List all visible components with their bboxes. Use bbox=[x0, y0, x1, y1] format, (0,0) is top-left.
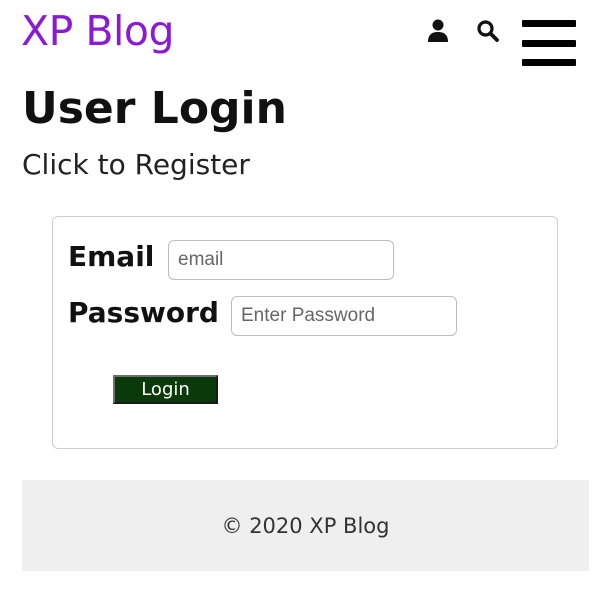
password-label: Password bbox=[68, 296, 219, 329]
page: XP Blog User Login Click to Register Ema… bbox=[0, 0, 602, 595]
email-label: Email bbox=[68, 240, 155, 273]
search-icon[interactable] bbox=[476, 18, 500, 44]
hamburger-menu-icon[interactable] bbox=[520, 18, 578, 68]
user-icon-graphic bbox=[428, 19, 448, 42]
login-form: Email Password Login bbox=[52, 216, 558, 449]
menu-bar bbox=[522, 20, 576, 27]
register-link[interactable]: Click to Register bbox=[22, 146, 250, 184]
email-input[interactable] bbox=[168, 240, 394, 280]
page-title: User Login bbox=[22, 83, 287, 134]
login-button[interactable]: Login bbox=[113, 375, 218, 404]
footer-copyright: © 2020 XP Blog bbox=[221, 513, 390, 538]
footer: © 2020 XP Blog bbox=[22, 480, 589, 571]
password-input[interactable] bbox=[231, 296, 457, 336]
menu-bar bbox=[522, 59, 576, 66]
search-icon-graphic bbox=[477, 20, 499, 42]
user-icon[interactable] bbox=[426, 18, 450, 44]
menu-bar bbox=[522, 39, 576, 47]
brand-logo-link[interactable]: XP Blog bbox=[21, 2, 174, 60]
